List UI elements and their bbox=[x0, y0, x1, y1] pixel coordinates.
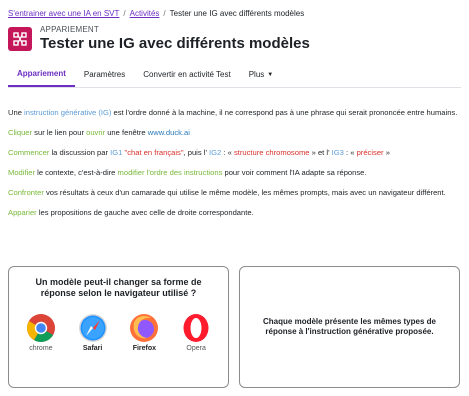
safari-icon bbox=[78, 314, 107, 342]
keyword: Apparier bbox=[8, 208, 37, 217]
tab-appariement[interactable]: Appariement bbox=[8, 62, 75, 87]
tab-convertir-test[interactable]: Convertir en activité Test bbox=[134, 62, 239, 87]
keyword: IG3 bbox=[331, 148, 344, 157]
browser-firefox: Firefox bbox=[122, 313, 166, 352]
text: pour voir comment l'IA adapte sa réponse… bbox=[222, 168, 367, 177]
breadcrumb-activities-link[interactable]: Activités bbox=[130, 9, 160, 18]
prompt-text: structure chromosome bbox=[233, 148, 310, 157]
text: » bbox=[383, 148, 390, 157]
secondary-navigation: Appariement Paramètres Convertir en acti… bbox=[8, 62, 461, 88]
browser-label: Firefox bbox=[132, 345, 157, 352]
breadcrumb-separator: / bbox=[163, 9, 166, 18]
activity-intro: Une instruction générative (IG) est l'or… bbox=[8, 107, 461, 227]
text: les propositions de gauche avec celle de… bbox=[36, 208, 254, 217]
browser-label: chrome bbox=[29, 345, 53, 352]
text: la discussion par bbox=[49, 148, 111, 157]
text: » et l' bbox=[309, 148, 332, 157]
duck-ai-link[interactable]: www.duck.ai bbox=[148, 128, 190, 137]
keyword: IG2 bbox=[209, 148, 222, 157]
keyword: Modifier bbox=[8, 168, 36, 177]
browser-label: Opera bbox=[186, 345, 206, 352]
keyword: Commencer bbox=[8, 148, 50, 157]
browser-label: Safari bbox=[82, 345, 103, 352]
text: le contexte, c'est-à-dire bbox=[35, 168, 118, 177]
intro-paragraph-1: Une instruction générative (IG) est l'or… bbox=[8, 107, 461, 119]
tab-label: Plus bbox=[248, 70, 265, 79]
question-card-title: Un modèle peut-il changer sa forme de ré… bbox=[35, 277, 202, 298]
prompt-text: préciser bbox=[356, 148, 384, 157]
browser-safari: Safari bbox=[71, 313, 115, 352]
breadcrumb-course-link[interactable]: S'entrainer avec une IA en SVT bbox=[8, 9, 119, 18]
intro-paragraph-6: Apparier les propositions de gauche avec… bbox=[8, 207, 461, 219]
page-title: Tester une IG avec différents modèles bbox=[40, 35, 310, 52]
text: est l'ordre donné à la machine, il ne co… bbox=[111, 108, 458, 117]
chrome-icon bbox=[26, 314, 55, 342]
text: : « bbox=[343, 148, 357, 157]
breadcrumb: S'entrainer avec une IA en SVT / Activités… bbox=[8, 9, 304, 18]
opera-icon bbox=[183, 314, 209, 342]
tab-label: Convertir en activité Test bbox=[143, 70, 231, 79]
browser-chrome: chrome bbox=[19, 313, 63, 352]
question-card[interactable]: Un modèle peut-il changer sa forme de ré… bbox=[8, 266, 229, 388]
keyword: Cliquer bbox=[8, 128, 33, 137]
keyword: modifier l'ordre des instructions bbox=[117, 168, 223, 177]
firefox-icon bbox=[130, 314, 159, 342]
intro-paragraph-5: Confronter vos résultats à ceux d'un cam… bbox=[8, 187, 461, 199]
tab-label: Paramètres bbox=[83, 70, 126, 79]
text: , puis l' bbox=[183, 148, 210, 157]
chevron-down-icon: ▼ bbox=[267, 71, 274, 78]
keyword: instruction générative (IG) bbox=[24, 108, 112, 117]
intro-paragraph-2: Cliquer sur le lien pour ouvrir une fenê… bbox=[8, 127, 461, 139]
text: sur le lien pour bbox=[32, 128, 87, 137]
tab-plus[interactable]: Plus ▼ bbox=[240, 62, 283, 87]
breadcrumb-current: Tester une IG avec différents modèles bbox=[169, 9, 305, 18]
browser-logos: chrome Safari Firefox Opera bbox=[9, 313, 228, 352]
answer-card-text: Chaque modèle présente les mêmes types d… bbox=[263, 317, 436, 336]
keyword: Confronter bbox=[8, 188, 44, 197]
breadcrumb-separator: / bbox=[123, 9, 126, 18]
tab-parametres[interactable]: Paramètres bbox=[75, 62, 134, 87]
intro-paragraph-4: Modifier le contexte, c'est-à-dire modif… bbox=[8, 167, 461, 179]
intro-paragraph-3: Commencer la discussion par IG1 "chat en… bbox=[8, 147, 461, 159]
matching-activity-icon bbox=[8, 26, 32, 51]
keyword: ouvrir bbox=[86, 128, 106, 137]
browser-opera: Opera bbox=[174, 313, 218, 352]
tab-label: Appariement bbox=[17, 69, 66, 78]
keyword: IG1 bbox=[110, 148, 123, 157]
matching-area: Un modèle peut-il changer sa forme de ré… bbox=[8, 266, 460, 388]
text: Une bbox=[8, 108, 25, 117]
text: vos résultats à ceux d'un camarade qui u… bbox=[43, 188, 446, 197]
answer-card[interactable]: Chaque modèle présente les mêmes types d… bbox=[239, 266, 460, 388]
text: : « bbox=[221, 148, 234, 157]
activity-type-label: APPARIEMENT bbox=[40, 25, 99, 34]
prompt-text: "chat en français" bbox=[124, 148, 184, 157]
text: une fenêtre bbox=[105, 128, 148, 137]
page-header: APPARIEMENT Tester une IG avec différent… bbox=[8, 25, 310, 52]
